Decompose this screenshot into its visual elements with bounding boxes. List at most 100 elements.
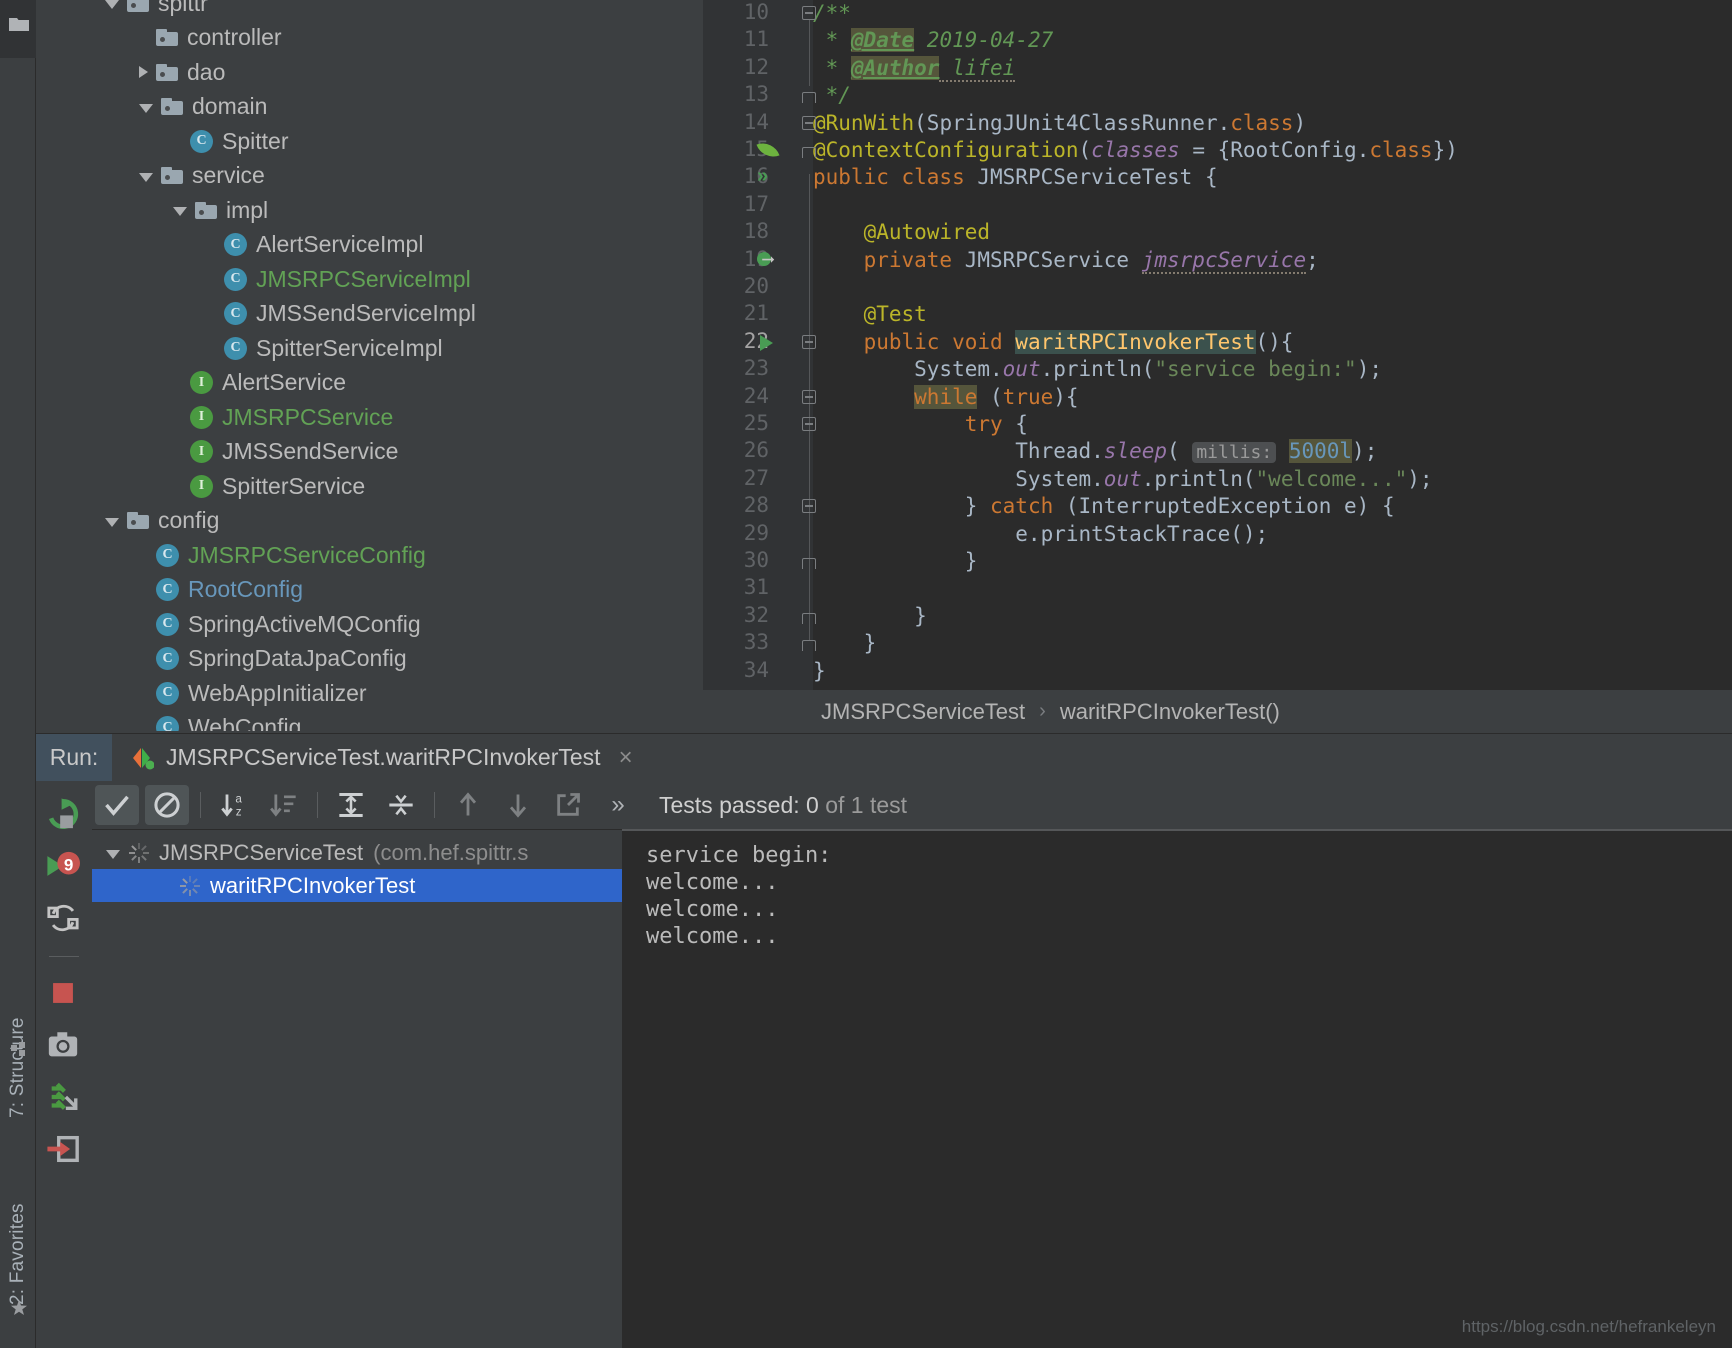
console-output[interactable]: welcome... welcome... welcome... service be…: [622, 829, 1732, 1348]
editor-code-area[interactable]: 10/** 11 * @Date 2019-04-27 12 * @Author l…: [703, 0, 1732, 760]
code-line[interactable]: @Autowired: [703, 219, 1732, 246]
breadcrumb[interactable]: JMSRPCServiceTest › waritRPCInvokerTest(…: [703, 690, 1732, 733]
run-test-gutter-icon[interactable]: [760, 334, 773, 351]
tree-node-jmsrpcservice[interactable]: I JMSRPCService: [37, 400, 702, 435]
tree-node-spitterserviceimpl[interactable]: C SpitterServiceImpl: [37, 331, 702, 366]
breadcrumb-class[interactable]: JMSRPCServiceTest: [821, 699, 1025, 725]
tree-node-service[interactable]: service: [37, 159, 702, 194]
tree-node-alertservice[interactable]: I AlertService: [37, 366, 702, 401]
code-line[interactable]: * @Author lifei: [703, 55, 1732, 82]
previous-failed-test[interactable]: [446, 785, 490, 825]
tree-node-jmsrpcserviceimpl[interactable]: C JMSRPCServiceImpl: [37, 262, 702, 297]
sidebar-item-structure[interactable]: 7: Structure: [0, 908, 36, 1118]
code-line[interactable]: }: [703, 658, 1732, 685]
code-line[interactable]: @RunWith(SpringJUnit4ClassRunner.class): [703, 110, 1732, 137]
tree-node-config[interactable]: config: [37, 504, 702, 539]
code-line[interactable]: */: [703, 82, 1732, 109]
code-line[interactable]: public void waritRPCInvokerTest(){: [703, 329, 1732, 356]
code-line[interactable]: while (true){: [703, 384, 1732, 411]
code-line[interactable]: try {: [703, 411, 1732, 438]
rail-project-button[interactable]: [0, 0, 36, 58]
fold-annotation-end-icon[interactable]: [802, 147, 816, 158]
close-icon[interactable]: ×: [619, 744, 633, 772]
dump-threads-icon[interactable]: [46, 1080, 82, 1116]
fold-javadoc-end-icon[interactable]: [802, 92, 816, 104]
tree-node-springactivemqconfig[interactable]: C SpringActiveMQConfig: [37, 607, 702, 642]
tree-node-jmssendservice[interactable]: I JMSSendService: [37, 435, 702, 470]
test-tree-row[interactable]: waritRPCInvokerTest: [92, 869, 622, 902]
fold-while-icon[interactable]: [802, 389, 816, 404]
rerun-icon[interactable]: [46, 797, 82, 833]
fold-method-icon[interactable]: [802, 334, 816, 349]
breadcrumb-method[interactable]: waritRPCInvokerTest(): [1060, 699, 1280, 725]
code-line[interactable]: e.printStackTrace();: [703, 521, 1732, 548]
collapse-all[interactable]: [379, 785, 423, 825]
tree-node-jmssendserviceimpl[interactable]: C JMSSendServiceImpl: [37, 297, 702, 332]
code-line[interactable]: }: [703, 548, 1732, 575]
code-line[interactable]: Thread.sleep( millis: 5000l);: [703, 438, 1732, 465]
fold-javadoc-icon[interactable]: [802, 6, 816, 20]
tree-node-springdatajpaconfig[interactable]: C SpringDataJpaConfig: [37, 642, 702, 677]
code-line[interactable]: private JMSRPCService jmsrpcService;: [703, 247, 1732, 274]
tree-node-webconfig[interactable]: C WebConfig: [37, 711, 702, 731]
chevron-down-icon[interactable]: [106, 849, 120, 859]
code-line[interactable]: System.out.println("service begin:");: [703, 356, 1732, 383]
tree-node-webappinitializer[interactable]: C WebAppInitializer: [37, 676, 702, 711]
tree-node-spitter[interactable]: C Spitter: [37, 124, 702, 159]
code-line[interactable]: [703, 575, 1732, 602]
code-line[interactable]: /**: [703, 0, 1732, 27]
tree-node-dao[interactable]: dao: [37, 55, 702, 90]
screenshot-icon[interactable]: [46, 1028, 82, 1064]
chevron-down-icon[interactable]: [139, 172, 153, 182]
code-line[interactable]: * @Date 2019-04-27: [703, 27, 1732, 54]
tree-node-controller[interactable]: controller: [37, 21, 702, 56]
show-ignored-toggle[interactable]: [145, 785, 189, 825]
fold-catch-icon[interactable]: [802, 499, 816, 514]
sidebar-item-favorites[interactable]: 2: Favorites: [0, 1105, 36, 1305]
tree-node-spittr[interactable]: spittr: [37, 0, 702, 21]
code-line[interactable]: [703, 192, 1732, 219]
expand-all[interactable]: [329, 785, 373, 825]
show-passed-toggle[interactable]: [95, 785, 139, 825]
test-tree-row[interactable]: JMSRPCServiceTest (com.hef.spittr.s: [92, 836, 622, 869]
fold-class-icon[interactable]: [802, 115, 816, 130]
fold-try-icon[interactable]: [802, 417, 816, 431]
export-icon[interactable]: [46, 1132, 82, 1168]
next-failed-test[interactable]: [496, 785, 540, 825]
code-line[interactable]: public class JMSRPCServiceTest {: [703, 164, 1732, 191]
code-line[interactable]: @Test: [703, 301, 1732, 328]
tree-node-spitterservice[interactable]: I SpitterService: [37, 469, 702, 504]
project-tree[interactable]: spittr controller dao domain C Spitter service…: [37, 0, 702, 731]
code-line[interactable]: }: [703, 630, 1732, 657]
stop-icon[interactable]: [46, 976, 82, 1012]
run-configuration-tab[interactable]: JMSRPCServiceTest.waritRPCInvokerTest ×: [112, 734, 647, 781]
run-top-toolbar[interactable]: a z » Tests passed: 0 of 1 test: [92, 781, 1732, 829]
code-editor[interactable]: 10/** 11 * @Date 2019-04-27 12 * @Author l…: [703, 0, 1732, 760]
run-side-toolbar[interactable]: 9: [36, 781, 92, 1348]
run-window-label[interactable]: Run:: [36, 734, 112, 781]
code-line[interactable]: System.out.println("welcome...");: [703, 466, 1732, 493]
tree-node-alertserviceimpl[interactable]: C AlertServiceImpl: [37, 228, 702, 263]
tree-node-impl[interactable]: impl: [37, 193, 702, 228]
implementing-bean-icon[interactable]: [757, 251, 779, 271]
chevron-down-icon[interactable]: [105, 0, 119, 10]
code-line[interactable]: }: [703, 603, 1732, 630]
more-options[interactable]: »: [596, 785, 640, 825]
chevron-down-icon[interactable]: [173, 207, 187, 217]
tree-node-jmsrpcserviceconfig[interactable]: C JMSRPCServiceConfig: [37, 538, 702, 573]
toggle-auto-test-icon[interactable]: [46, 901, 82, 937]
chevron-right-icon[interactable]: [139, 66, 148, 79]
chevron-down-icon[interactable]: [139, 103, 153, 113]
export-test-results[interactable]: [546, 785, 590, 825]
rerun-failed-icon[interactable]: 9: [46, 849, 82, 885]
tree-node-rootconfig[interactable]: C RootConfig: [37, 573, 702, 608]
test-results-tree[interactable]: JMSRPCServiceTest (com.hef.spittr.s waritR…: [92, 829, 622, 1348]
chevron-down-icon[interactable]: [105, 517, 119, 527]
code-line[interactable]: [703, 274, 1732, 301]
fold-try-end-icon[interactable]: [802, 558, 816, 569]
code-line[interactable]: @ContextConfiguration(classes = {RootCon…: [703, 137, 1732, 164]
sort-alphabetically[interactable]: az: [212, 785, 256, 825]
fold-method-end-icon[interactable]: [802, 640, 816, 652]
overridden-member-icon[interactable]: »: [757, 165, 768, 188]
code-line[interactable]: } catch (InterruptedException e) {: [703, 493, 1732, 520]
